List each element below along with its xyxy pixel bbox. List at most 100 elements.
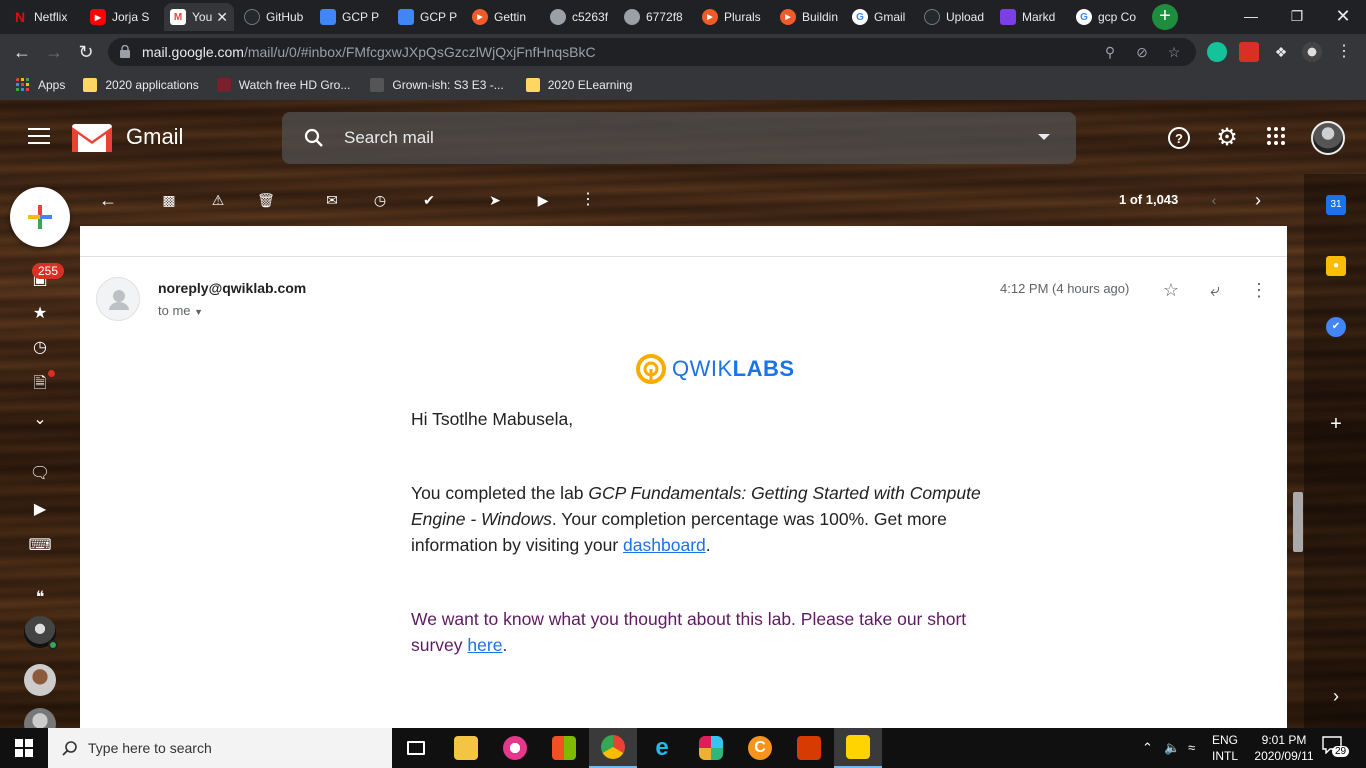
maximize-icon[interactable]: ❐ <box>1274 0 1320 32</box>
taskbar-search[interactable]: Type here to search <box>48 728 392 768</box>
bookmark-2020-applications[interactable]: 2020 applications <box>83 78 199 92</box>
main-menu-icon[interactable] <box>28 128 50 146</box>
message-more-icon[interactable]: ⋮ <box>1247 278 1271 302</box>
bookmark-grown-ish[interactable]: Grown-ish: S3 E3 -... <box>370 78 504 92</box>
eye-off-icon[interactable]: ⊘ <box>1132 42 1152 62</box>
archive-icon[interactable]: ▩ <box>158 190 180 210</box>
tab-9[interactable]: 6772f8 <box>618 3 692 31</box>
search-input[interactable]: Search mail <box>344 128 434 148</box>
chat-icon[interactable]: 🗨 <box>28 462 52 486</box>
start-button[interactable] <box>0 728 48 768</box>
recipient-details[interactable]: to me ▼ <box>158 303 203 318</box>
keyboard-icon[interactable]: ⌨ <box>28 534 52 558</box>
chrome-taskbar-icon[interactable] <box>589 728 637 768</box>
tab-12[interactable]: G Gmail <box>846 3 914 31</box>
hangouts-icon[interactable]: ❝ <box>28 586 52 610</box>
more-actions-icon[interactable]: ⋮ <box>577 190 599 210</box>
input-language[interactable]: ENG INTL <box>1212 732 1238 764</box>
profile-avatar[interactable] <box>1302 42 1322 62</box>
tab-10[interactable]: ▶ Plurals <box>696 3 770 31</box>
tab-15[interactable]: Ggcp Co <box>1070 3 1142 31</box>
new-tab-button[interactable]: + <box>1152 4 1178 30</box>
meet-video-icon[interactable]: ▶ <box>28 498 52 522</box>
google-apps-icon[interactable] <box>1264 126 1288 150</box>
microsoft-store-icon[interactable] <box>540 728 588 768</box>
close-window-icon[interactable]: ✕ <box>1320 0 1366 32</box>
extension-icon[interactable] <box>1239 42 1259 62</box>
search-options-chevron-icon[interactable] <box>1038 134 1050 140</box>
slack-icon[interactable] <box>687 728 735 768</box>
tab-6[interactable]: GCP P <box>392 3 462 31</box>
address-bar[interactable]: mail.google.com/mail/u/0/#inbox/FMfcgxwJ… <box>108 38 1196 66</box>
forward-icon[interactable]: → <box>42 40 66 64</box>
taskbar-search-input[interactable]: Type here to search <box>88 740 212 756</box>
bookmark-apps[interactable]: Apps <box>16 78 65 92</box>
puzzle-extensions-icon[interactable]: ❖ <box>1271 42 1291 62</box>
file-explorer-icon[interactable] <box>442 728 490 768</box>
internet-explorer-icon[interactable]: e <box>638 728 686 768</box>
newer-chevron-icon[interactable]: ‹ <box>1203 190 1225 210</box>
back-to-inbox-icon[interactable]: ← <box>97 190 119 210</box>
compose-button[interactable] <box>10 187 70 247</box>
labels-icon[interactable]: ▶ <box>532 190 554 210</box>
network-icon[interactable]: ≈ <box>1188 740 1195 755</box>
tab-2[interactable]: ▶ Jorja S <box>84 3 160 31</box>
notifications-icon[interactable]: 29 <box>1322 736 1350 758</box>
dashboard-link[interactable]: dashboard <box>623 535 706 555</box>
scrollbar-thumb[interactable] <box>1293 492 1303 552</box>
chevron-down-icon[interactable]: ▼ <box>194 307 203 317</box>
task-view-icon[interactable] <box>392 728 440 768</box>
app-c-icon[interactable]: C <box>736 728 784 768</box>
tab-14[interactable]: Markd <box>994 3 1066 31</box>
grammarly-extension-icon[interactable] <box>1207 42 1227 62</box>
tab-3[interactable]: M You ✕ <box>164 3 234 31</box>
starred-icon[interactable]: ★ <box>28 302 52 326</box>
close-tab-icon[interactable]: ✕ <box>216 9 228 26</box>
more-chevron-icon[interactable]: ⌄ <box>28 408 52 432</box>
move-to-icon[interactable]: ➤ <box>484 190 506 210</box>
volume-icon[interactable]: 🔈 <box>1164 740 1180 756</box>
tray-expand-chevron-icon[interactable]: ⌃ <box>1142 740 1153 756</box>
reply-icon[interactable]: ⤶ <box>1203 278 1227 302</box>
tab-5[interactable]: GCP P <box>314 3 388 31</box>
sender-email[interactable]: noreply@qwiklab.com <box>158 280 306 296</box>
expand-panel-chevron-icon[interactable]: › <box>1326 686 1346 706</box>
chrome-menu-icon[interactable]: ⋮ <box>1334 42 1354 62</box>
back-icon[interactable]: ← <box>10 40 34 64</box>
tab-1[interactable]: N Netflix <box>6 3 80 31</box>
star-icon[interactable]: ☆ <box>1159 278 1183 302</box>
mark-unread-icon[interactable]: ✉ <box>321 190 343 210</box>
itunes-icon[interactable] <box>491 728 539 768</box>
office-icon[interactable] <box>785 728 833 768</box>
bookmark-star-icon[interactable]: ☆ <box>1164 42 1184 62</box>
snoozed-clock-icon[interactable]: ◷ <box>28 336 52 360</box>
calendar-icon[interactable]: 31 <box>1326 195 1346 215</box>
report-spam-icon[interactable]: ⚠ <box>207 190 229 210</box>
older-chevron-icon[interactable]: › <box>1247 190 1269 210</box>
survey-link[interactable]: here <box>467 635 502 655</box>
bookmark-2020-elearning[interactable]: 2020 ELearning <box>525 78 632 92</box>
clock[interactable]: 9:01 PM 2020/09/11 <box>1248 732 1320 764</box>
add-addon-plus-icon[interactable]: + <box>1326 414 1346 434</box>
search-bar[interactable]: Search mail <box>282 112 1076 164</box>
tasks-icon[interactable]: ✔ <box>1326 317 1346 337</box>
keep-icon[interactable]: ● <box>1326 256 1346 276</box>
search-icon[interactable] <box>304 128 324 148</box>
tab-11[interactable]: ▶ Buildin <box>774 3 842 31</box>
tab-13[interactable]: Upload <box>918 3 990 31</box>
reload-icon[interactable]: ↻ <box>74 40 98 64</box>
snooze-icon[interactable]: ◷ <box>369 190 391 210</box>
hangouts-contact-avatar[interactable] <box>24 664 56 696</box>
sticky-notes-icon[interactable] <box>834 728 882 768</box>
add-to-tasks-icon[interactable]: ✔ <box>418 190 440 210</box>
delete-icon[interactable]: 🗑 <box>255 190 277 210</box>
minimize-icon[interactable]: — <box>1228 0 1274 32</box>
zoom-icon[interactable]: ⚲ <box>1100 42 1120 62</box>
tab-7[interactable]: ▶ Gettin <box>466 3 540 31</box>
bookmark-watch-free-hd[interactable]: Watch free HD Gro... <box>216 78 350 92</box>
tab-8[interactable]: c5263f <box>544 3 614 31</box>
tab-4[interactable]: GitHub <box>238 3 310 31</box>
settings-gear-icon[interactable]: ⚙ <box>1215 126 1239 150</box>
help-icon[interactable]: ? <box>1167 126 1191 150</box>
account-avatar[interactable] <box>1311 121 1345 155</box>
